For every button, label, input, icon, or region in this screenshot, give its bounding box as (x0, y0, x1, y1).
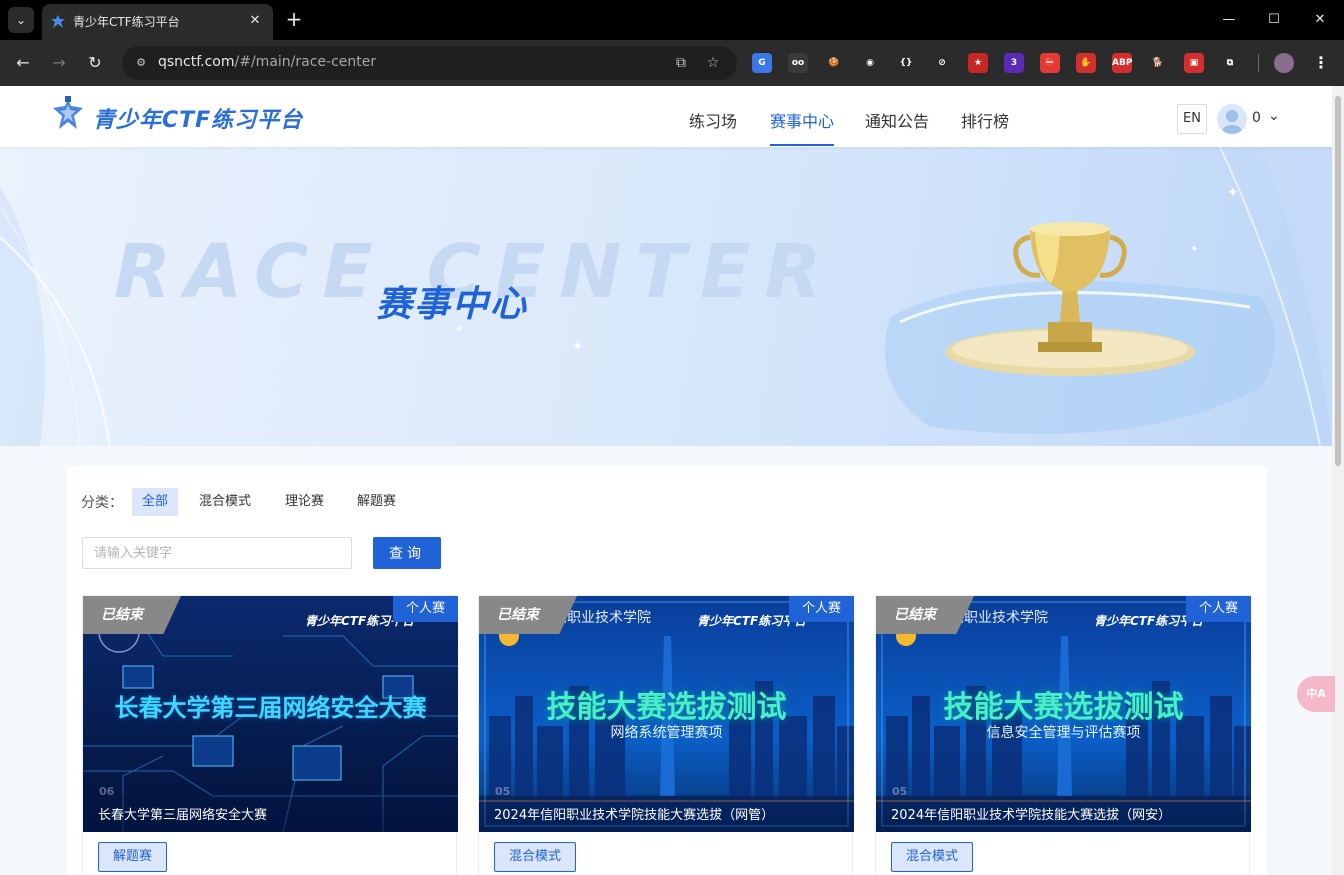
abp-ext-icon[interactable]: ABP (1112, 53, 1132, 73)
new-tab-button[interactable]: + (283, 8, 305, 30)
owl-ext-icon[interactable]: ◉ (860, 53, 880, 73)
translate-ext-icon[interactable]: G (752, 53, 772, 73)
close-window-button[interactable]: ✕ (1297, 0, 1343, 40)
mode-tag[interactable]: 混合模式 (891, 842, 974, 872)
race-card[interactable]: 信阳职业技术学院 青少年CTF练习平台 技能大赛选拔测试 网络系统管理赛项 05… (478, 595, 854, 875)
tab-title: 青少年CTF练习平台 (73, 15, 180, 29)
type-badge: 个人赛 (1185, 596, 1251, 622)
mode-tag[interactable]: 混合模式 (494, 842, 577, 872)
race-card-image[interactable]: 长春大学第三届网络安全大赛 青少年CTF练习平台 06 长春大学第三届网络安全大… (83, 596, 458, 832)
translate-float-icon[interactable]: 中A (1297, 676, 1335, 712)
nav-race-center[interactable]: 赛事中心 (770, 108, 834, 132)
race-card-image[interactable]: 信阳职业技术学院 青少年CTF练习平台 技能大赛选拔测试 信息安全管理与评估赛项… (876, 596, 1251, 832)
type-badge: 个人赛 (788, 596, 854, 622)
logo-emblem-icon[interactable] (50, 96, 86, 132)
card-title[interactable]: 长春大学第三届网络安全大赛 (98, 804, 267, 823)
address-bar[interactable]: ⚙ qsnctf.com/#/main/race-center ⧉ ☆ (122, 46, 737, 80)
user-avatar[interactable] (1217, 104, 1247, 134)
filter-jeopardy[interactable]: 解题赛 (347, 488, 406, 516)
category-label: 分类： (81, 495, 123, 511)
flag-ext-icon[interactable]: ★ (968, 53, 988, 73)
glasses-ext-icon[interactable]: oo (788, 53, 808, 73)
nav-leaderboard[interactable]: 排行榜 (961, 108, 1009, 132)
nav-active-indicator (770, 144, 834, 146)
dog-ext-icon[interactable]: 🐕 (1148, 53, 1168, 73)
logo-text[interactable]: 青少年CTF练习平台 (93, 102, 303, 134)
browser-tab-bar: ⌄ 青少年CTF练习平台 ✕ + — ☐ ✕ (0, 0, 1344, 40)
stop-ext-icon[interactable]: ⛔ (1040, 53, 1060, 73)
profile-avatar-icon[interactable] (1274, 53, 1294, 73)
type-badge: 个人赛 (392, 596, 458, 622)
card-title[interactable]: 2024年信阳职业技术学院技能大赛选拔（网安） (891, 804, 1171, 823)
forward-button[interactable]: → (45, 49, 73, 77)
trophy-icon (885, 222, 1276, 434)
maximize-button[interactable]: ☐ (1251, 0, 1297, 40)
race-card[interactable]: 信阳职业技术学院 青少年CTF练习平台 技能大赛选拔测试 信息安全管理与评估赛项… (875, 595, 1251, 875)
race-list-panel: 分类： 全部 混合模式 理论赛 解题赛 查询 (67, 466, 1267, 875)
web-page: 青少年CTF练习平台 练习场 赛事中心 通知公告 排行榜 EN 0 ⌄ ✦ ✦ … (0, 86, 1332, 875)
card-subheadline: 网络系统管理赛项 (610, 725, 723, 741)
site-header: 青少年CTF练习平台 练习场 赛事中心 通知公告 排行榜 EN 0 ⌄ (0, 86, 1332, 147)
card-headline: 技能大赛选拔测试 (943, 690, 1184, 725)
card-headline: 技能大赛选拔测试 (546, 690, 787, 725)
race-card-image[interactable]: 信阳职业技术学院 青少年CTF练习平台 技能大赛选拔测试 网络系统管理赛项 05… (479, 596, 854, 832)
filter-mixed[interactable]: 混合模式 (189, 488, 261, 516)
svg-text:✦: ✦ (1190, 244, 1198, 255)
card-subheadline: 信息安全管理与评估赛项 (986, 725, 1141, 741)
translate-page-icon[interactable]: ⧉ (670, 52, 692, 74)
close-tab-icon[interactable]: ✕ (245, 11, 265, 31)
card-number: 05 (495, 785, 511, 798)
site-favicon-icon (51, 15, 65, 28)
browser-tab[interactable]: 青少年CTF练习平台 ✕ (42, 4, 273, 40)
hand-ext-icon[interactable]: ✋ (1076, 53, 1096, 73)
url-text[interactable]: qsnctf.com/#/main/race-center (158, 54, 376, 70)
card-headline: 长春大学第三届网络安全大赛 (114, 694, 427, 722)
cookie-ext-icon[interactable]: 🍪 (824, 53, 844, 73)
minimize-button[interactable]: — (1206, 0, 1252, 40)
bookmark-star-icon[interactable]: ☆ (702, 52, 724, 74)
tab-search-button[interactable]: ⌄ (8, 7, 34, 33)
scrollbar-thumb[interactable] (1335, 96, 1341, 466)
compass-ext-icon[interactable]: ⊘ (932, 53, 952, 73)
user-points[interactable]: 0 (1252, 110, 1261, 126)
menu-kebab-icon[interactable]: ⋮ (1311, 53, 1331, 73)
user-silhouette-icon (1222, 110, 1242, 134)
race-center-banner: ✦ ✦ ✦ ✦ RACE CENTER 赛事中心 (0, 147, 1332, 446)
json-ext-icon[interactable]: {} (896, 53, 916, 73)
back-button[interactable]: ← (9, 49, 37, 77)
puzzle-ext-icon[interactable]: ⧉ (1220, 53, 1240, 73)
svg-text:✦: ✦ (1227, 185, 1239, 201)
query-button[interactable]: 查询 (373, 537, 441, 569)
mode-tag[interactable]: 解题赛 (98, 842, 168, 872)
banner-chinese-title: 赛事中心 (376, 284, 529, 325)
red-ext-icon[interactable]: ▣ (1184, 53, 1204, 73)
keyword-search-input[interactable] (82, 537, 352, 569)
browser-toolbar: ← → ↻ ⚙ qsnctf.com/#/main/race-center ⧉ … (0, 40, 1344, 86)
svg-text:✦: ✦ (572, 339, 584, 355)
card-number: 06 (99, 785, 115, 798)
chevron-down-icon[interactable]: ⌄ (1268, 108, 1280, 124)
nav-notices[interactable]: 通知公告 (865, 108, 929, 132)
page-scrollbar[interactable] (1332, 86, 1344, 875)
filter-all[interactable]: 全部 (132, 488, 179, 516)
card-title[interactable]: 2024年信阳职业技术学院技能大赛选拔（网管） (494, 804, 774, 823)
language-toggle-button[interactable]: EN (1177, 104, 1207, 134)
toolbar-divider (1258, 54, 1259, 72)
card-number: 05 (892, 785, 908, 798)
race-card[interactable]: 长春大学第三届网络安全大赛 青少年CTF练习平台 06 长春大学第三届网络安全大… (82, 595, 458, 875)
site-info-icon[interactable]: ⚙ (130, 52, 152, 74)
badge-ext-icon[interactable]: 3 (1004, 53, 1024, 73)
reload-button[interactable]: ↻ (81, 49, 109, 77)
nav-practice[interactable]: 练习场 (689, 108, 737, 132)
filter-theory[interactable]: 理论赛 (275, 488, 334, 516)
